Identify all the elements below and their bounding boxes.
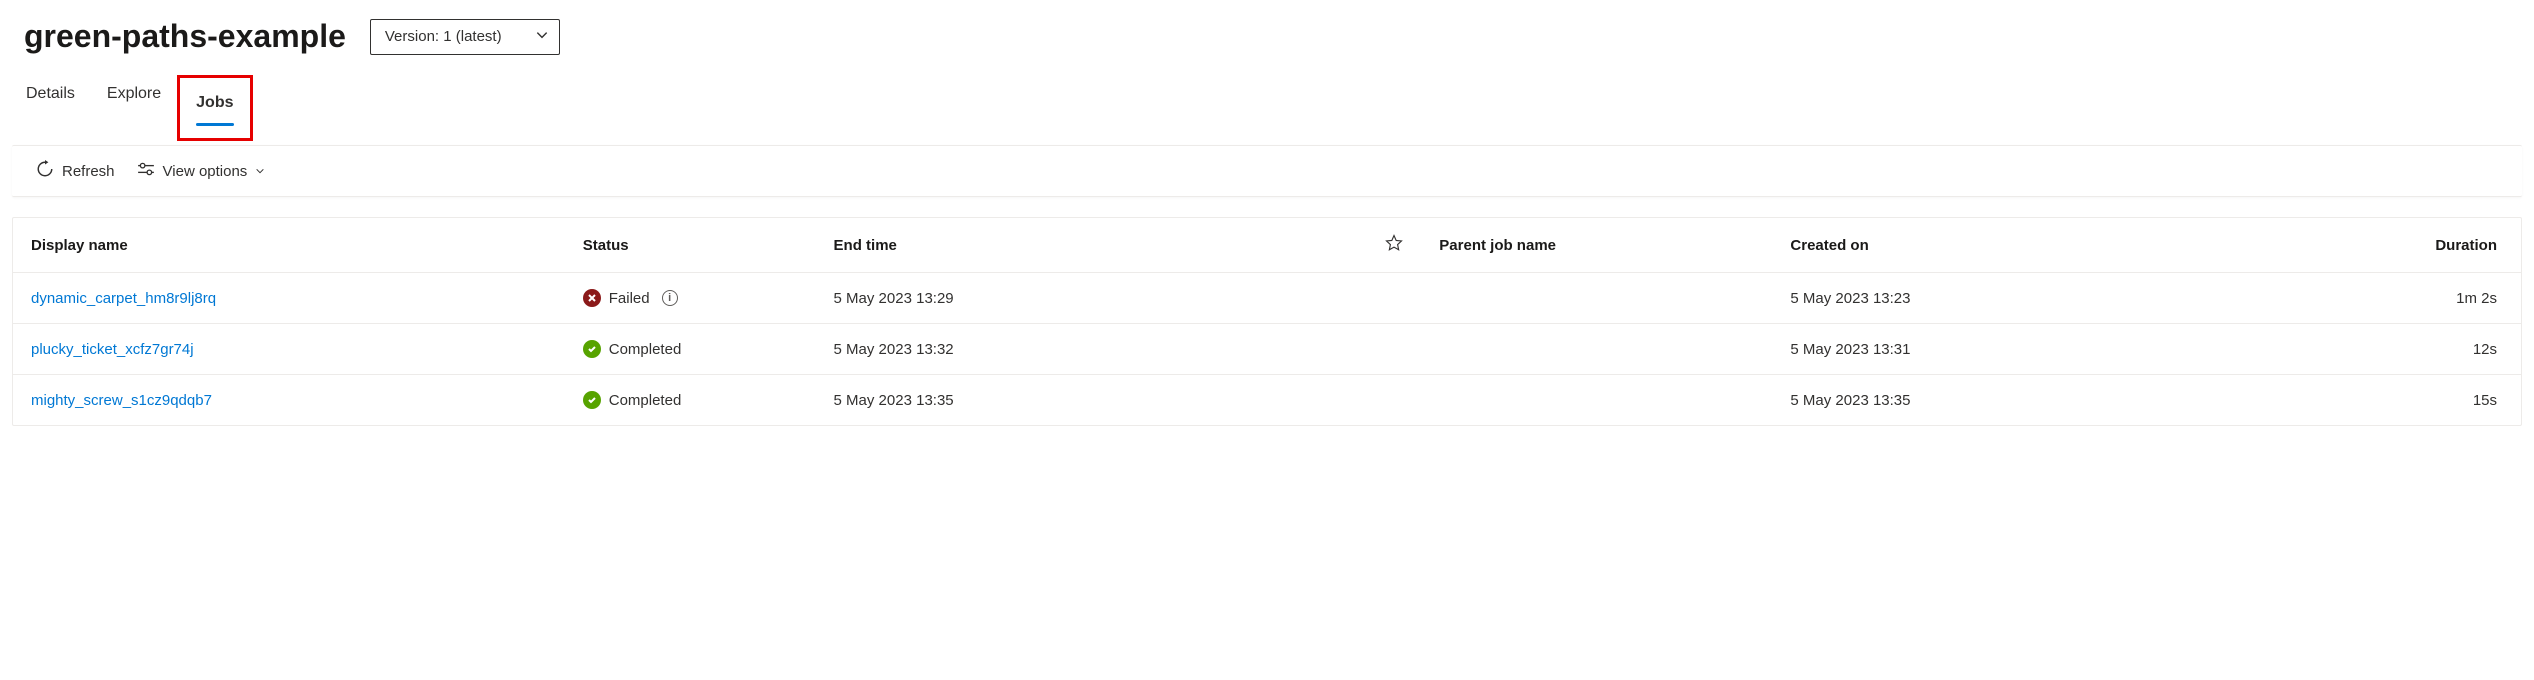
info-icon[interactable]: i [662, 290, 678, 306]
parent-job-cell [1421, 375, 1772, 426]
col-end-time[interactable]: End time [816, 218, 1368, 273]
refresh-icon [36, 160, 54, 182]
end-time-cell: 5 May 2023 13:32 [816, 324, 1368, 375]
end-time-cell: 5 May 2023 13:29 [816, 273, 1368, 324]
view-options-button[interactable]: View options [137, 160, 266, 182]
col-parent-job[interactable]: Parent job name [1421, 218, 1772, 273]
table-row: mighty_screw_s1cz9qdqb7 Completed 5 May 20… [13, 375, 2521, 426]
duration-cell: 12s [2324, 324, 2521, 375]
version-dropdown[interactable]: Version: 1 (latest) [370, 19, 560, 55]
page-title: green-paths-example [24, 18, 346, 55]
status-cell: Failedi [583, 289, 798, 307]
col-status[interactable]: Status [565, 218, 816, 273]
parent-job-cell [1421, 273, 1772, 324]
job-name-link[interactable]: dynamic_carpet_hm8r9lj8rq [31, 290, 216, 307]
tabs: Details Explore Jobs [0, 63, 2534, 141]
success-icon [583, 340, 601, 358]
job-name-link[interactable]: plucky_ticket_xcfz7gr74j [31, 341, 194, 358]
col-duration[interactable]: Duration [2324, 218, 2521, 273]
sliders-icon [137, 160, 155, 182]
status-text: Completed [609, 392, 682, 409]
chevron-down-icon [535, 28, 549, 46]
tab-jobs[interactable]: Jobs [194, 84, 235, 126]
tab-details[interactable]: Details [24, 75, 77, 141]
view-options-label: View options [163, 163, 248, 180]
favorite-cell[interactable] [1367, 273, 1421, 324]
refresh-label: Refresh [62, 163, 115, 180]
status-cell: Completed [583, 340, 798, 358]
table-row: plucky_ticket_xcfz7gr74j Completed 5 May 2… [13, 324, 2521, 375]
created-on-cell: 5 May 2023 13:31 [1772, 324, 2324, 375]
tab-highlight: Jobs [177, 75, 252, 141]
parent-job-cell [1421, 324, 1772, 375]
refresh-button[interactable]: Refresh [36, 160, 115, 182]
error-icon [583, 289, 601, 307]
job-name-link[interactable]: mighty_screw_s1cz9qdqb7 [31, 392, 212, 409]
created-on-cell: 5 May 2023 13:23 [1772, 273, 2324, 324]
star-icon [1385, 234, 1403, 252]
favorite-cell[interactable] [1367, 375, 1421, 426]
jobs-table: Display name Status End time Parent job … [12, 217, 2522, 426]
status-text: Completed [609, 341, 682, 358]
table-row: dynamic_carpet_hm8r9lj8rq Failedi 5 May 20… [13, 273, 2521, 324]
table-header-row: Display name Status End time Parent job … [13, 218, 2521, 273]
status-cell: Completed [583, 391, 798, 409]
favorite-cell[interactable] [1367, 324, 1421, 375]
duration-cell: 15s [2324, 375, 2521, 426]
chevron-down-icon [255, 163, 265, 180]
created-on-cell: 5 May 2023 13:35 [1772, 375, 2324, 426]
success-icon [583, 391, 601, 409]
end-time-cell: 5 May 2023 13:35 [816, 375, 1368, 426]
col-created-on[interactable]: Created on [1772, 218, 2324, 273]
version-label: Version: 1 (latest) [385, 28, 502, 45]
status-text: Failed [609, 290, 650, 307]
col-favorite[interactable] [1367, 218, 1421, 273]
col-display-name[interactable]: Display name [13, 218, 565, 273]
tab-explore[interactable]: Explore [105, 75, 163, 141]
duration-cell: 1m 2s [2324, 273, 2521, 324]
toolbar: Refresh View options [12, 145, 2522, 197]
